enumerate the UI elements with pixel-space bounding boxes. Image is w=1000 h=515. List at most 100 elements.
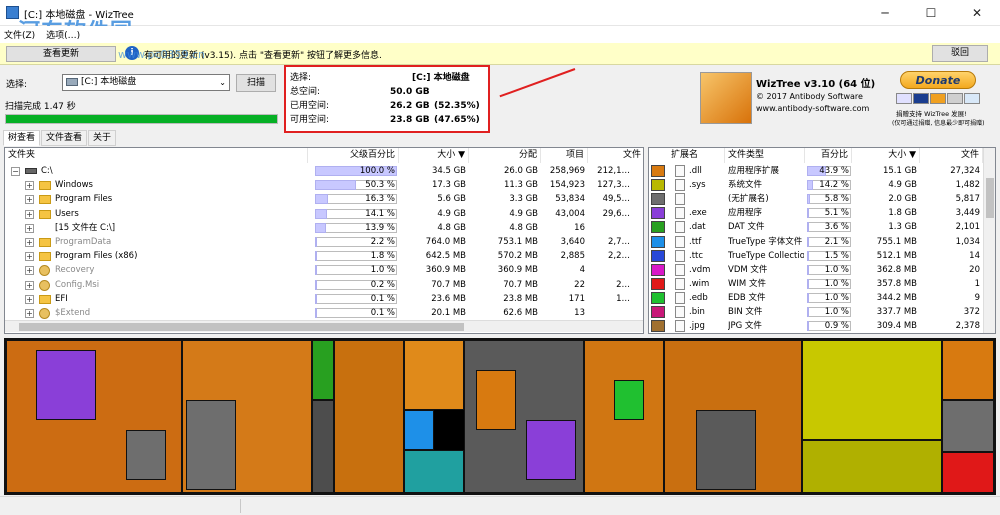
extension-row[interactable]: .dll 应用程序扩展 43.9 % 15.1 GB 27,324 xyxy=(649,164,983,178)
extension-row[interactable]: .sys 系统文件 14.2 % 4.9 GB 1,482 xyxy=(649,178,983,192)
check-update-button[interactable]: 查看更新 xyxy=(6,46,116,62)
extension-row[interactable]: (无扩展名) 5.8 % 2.0 GB 5,817 xyxy=(649,192,983,206)
col-header-parent-pct[interactable]: 父级百分比 xyxy=(308,148,399,163)
treemap-block[interactable] xyxy=(696,410,756,490)
donate-button[interactable]: Donate xyxy=(900,71,976,89)
minimize-button[interactable]: ─ xyxy=(862,0,908,26)
expand-icon[interactable]: + xyxy=(25,309,34,318)
col-header-file-type[interactable]: 文件类型 xyxy=(725,148,805,163)
col-header-percent[interactable]: 百分比 xyxy=(805,148,852,163)
treemap-block-sys[interactable] xyxy=(802,440,942,493)
file-type: BIN 文件 xyxy=(728,307,763,317)
col-header-extension[interactable]: 扩展名 xyxy=(649,148,725,163)
expand-icon[interactable]: + xyxy=(25,209,34,219)
extension-row[interactable]: .jpg JPG 文件 0.9 % 309.4 MB 2,378 xyxy=(649,319,983,333)
folder-size: 4.8 GB xyxy=(437,222,466,233)
folder-files xyxy=(588,221,630,235)
col-header-ext-size[interactable]: 大小 ▼ xyxy=(852,148,920,163)
expand-icon[interactable]: + xyxy=(25,266,34,276)
tree-row[interactable]: + Recovery 1.0 % 360.9 MB 360.9 MB 4 xyxy=(5,263,643,277)
expand-icon[interactable]: + xyxy=(25,181,34,191)
extension-row[interactable]: .ttc TrueType Collectio… 1.5 % 512.1 MB 14 xyxy=(649,249,983,263)
expand-icon[interactable]: + xyxy=(25,252,34,262)
treemap-block[interactable] xyxy=(312,400,334,493)
col-header-allocated[interactable]: 分配 xyxy=(469,148,541,163)
col-header-items[interactable]: 项目 xyxy=(541,148,588,163)
drive-select[interactable]: [C:] 本地磁盘 ⌄ xyxy=(62,74,230,91)
expand-icon[interactable]: + xyxy=(25,294,34,304)
treemap-block[interactable] xyxy=(614,380,644,420)
tree-row[interactable]: + Config.Msi 0.2 % 70.7 MB 70.7 MB 22 2… xyxy=(5,278,643,292)
tree-row[interactable]: + Windows 50.3 % 17.3 GB 11.3 GB 154,923 127,3… xyxy=(5,178,643,192)
ext-files: 9 xyxy=(974,292,980,303)
folder-size: 20.1 MB xyxy=(431,308,466,318)
tab-tree-view[interactable]: 树查看 xyxy=(3,130,41,146)
color-swatch xyxy=(651,249,665,262)
treemap-block[interactable] xyxy=(942,452,994,493)
menu-options[interactable]: 选项(…) xyxy=(42,26,84,43)
treemap-view[interactable] xyxy=(4,338,996,495)
collapse-icon[interactable]: − xyxy=(11,167,20,176)
treemap-block[interactable] xyxy=(36,350,96,420)
expand-icon[interactable]: + xyxy=(25,238,34,247)
expand-icon[interactable]: + xyxy=(25,280,34,290)
treemap-block[interactable] xyxy=(404,340,464,410)
folder-items: 3,640 xyxy=(560,237,585,247)
treemap-block[interactable] xyxy=(404,410,434,450)
extension-row[interactable]: .exe 应用程序 5.1 % 1.8 GB 3,449 xyxy=(649,206,983,220)
ext-size: 309.4 MB xyxy=(876,321,917,332)
treemap-block[interactable] xyxy=(404,450,464,493)
app-website[interactable]: www.antibody-software.com xyxy=(756,104,869,113)
dismiss-button[interactable]: 驳回 xyxy=(932,45,988,62)
file-type: 应用程序扩展 xyxy=(728,166,780,176)
tree-row[interactable]: + Program Files 16.3 % 5.6 GB 3.3 GB 53,834 49… xyxy=(5,192,643,206)
treemap-block-sys[interactable] xyxy=(802,340,942,440)
col-header-ext-files[interactable]: 文件 xyxy=(920,148,983,163)
parent-pct: 100.0 % xyxy=(359,166,395,176)
menu-file[interactable]: 文件(Z) xyxy=(0,26,39,43)
expand-icon[interactable]: + xyxy=(25,195,34,205)
tree-row[interactable]: + [15 文件在 C:\] 13.9 % 4.8 GB 4.8 GB 16 xyxy=(5,221,643,235)
scan-button[interactable]: 扫描 xyxy=(236,74,276,92)
col-header-folder[interactable]: 文件夹 xyxy=(5,148,308,163)
extension-name: .ttc xyxy=(689,250,704,261)
ext-size: 344.2 MB xyxy=(876,292,917,303)
expand-icon[interactable]: + xyxy=(25,223,34,233)
ext-vertical-scrollbar[interactable] xyxy=(983,148,995,333)
ext-pct: 3.6 % xyxy=(824,222,849,233)
tree-horizontal-scrollbar[interactable] xyxy=(5,320,643,332)
treemap-block[interactable] xyxy=(942,400,994,452)
tree-row[interactable]: + EFI 0.1 % 23.6 MB 23.8 MB 171 1… xyxy=(5,292,643,306)
ext-files: 372 xyxy=(963,307,980,317)
tree-row[interactable]: + $Extend 0.1 % 20.1 MB 62.6 MB 13 xyxy=(5,306,643,320)
tree-scroll-thumb[interactable] xyxy=(19,323,464,331)
extension-row[interactable]: .edb EDB 文件 1.0 % 344.2 MB 9 xyxy=(649,291,983,305)
extension-name: .wim xyxy=(689,278,710,289)
maximize-button[interactable]: ☐ xyxy=(908,0,954,26)
extension-row[interactable]: .dat DAT 文件 3.6 % 1.3 GB 2,101 xyxy=(649,220,983,234)
treemap-block[interactable] xyxy=(126,430,166,480)
tree-row[interactable]: + Users 14.1 % 4.9 GB 4.9 GB 43,004 29,6… xyxy=(5,207,643,221)
treemap-block[interactable] xyxy=(476,370,516,430)
ext-scroll-thumb[interactable] xyxy=(986,178,994,218)
tab-about[interactable]: 关于 xyxy=(88,130,117,146)
tab-file-view[interactable]: 文件查看 xyxy=(41,130,88,146)
treemap-block[interactable] xyxy=(312,340,334,400)
close-button[interactable]: ✕ xyxy=(954,0,1000,26)
extension-row[interactable]: .bin BIN 文件 1.0 % 337.7 MB 372 xyxy=(649,305,983,319)
extension-row[interactable]: .ttf TrueType 字体文件 2.1 % 755.1 MB 1,034 xyxy=(649,235,983,249)
extension-row[interactable]: .wim WIM 文件 1.0 % 357.8 MB 1 xyxy=(649,277,983,291)
tree-row[interactable]: + ProgramData 2.2 % 764.0 MB 753.1 MB 3,640 2,… xyxy=(5,235,643,249)
stats-used-value: 26.2 GB xyxy=(390,101,430,111)
tree-row[interactable]: − C:\ 100.0 % 34.5 GB 26.0 GB 258,969 212,1… xyxy=(5,164,643,178)
folder-files: 2,7… xyxy=(607,237,630,247)
file-type-icon xyxy=(675,179,685,192)
tree-row[interactable]: + Program Files (x86) 1.8 % 642.5 MB 570.2 M… xyxy=(5,249,643,263)
treemap-block[interactable] xyxy=(526,420,576,480)
col-header-size[interactable]: 大小 ▼ xyxy=(399,148,469,163)
treemap-block[interactable] xyxy=(334,340,404,493)
col-header-files[interactable]: 文件 xyxy=(588,148,643,163)
treemap-block[interactable] xyxy=(942,340,994,400)
extension-row[interactable]: .vdm VDM 文件 1.0 % 362.8 MB 20 xyxy=(649,263,983,277)
treemap-block[interactable] xyxy=(186,400,236,490)
